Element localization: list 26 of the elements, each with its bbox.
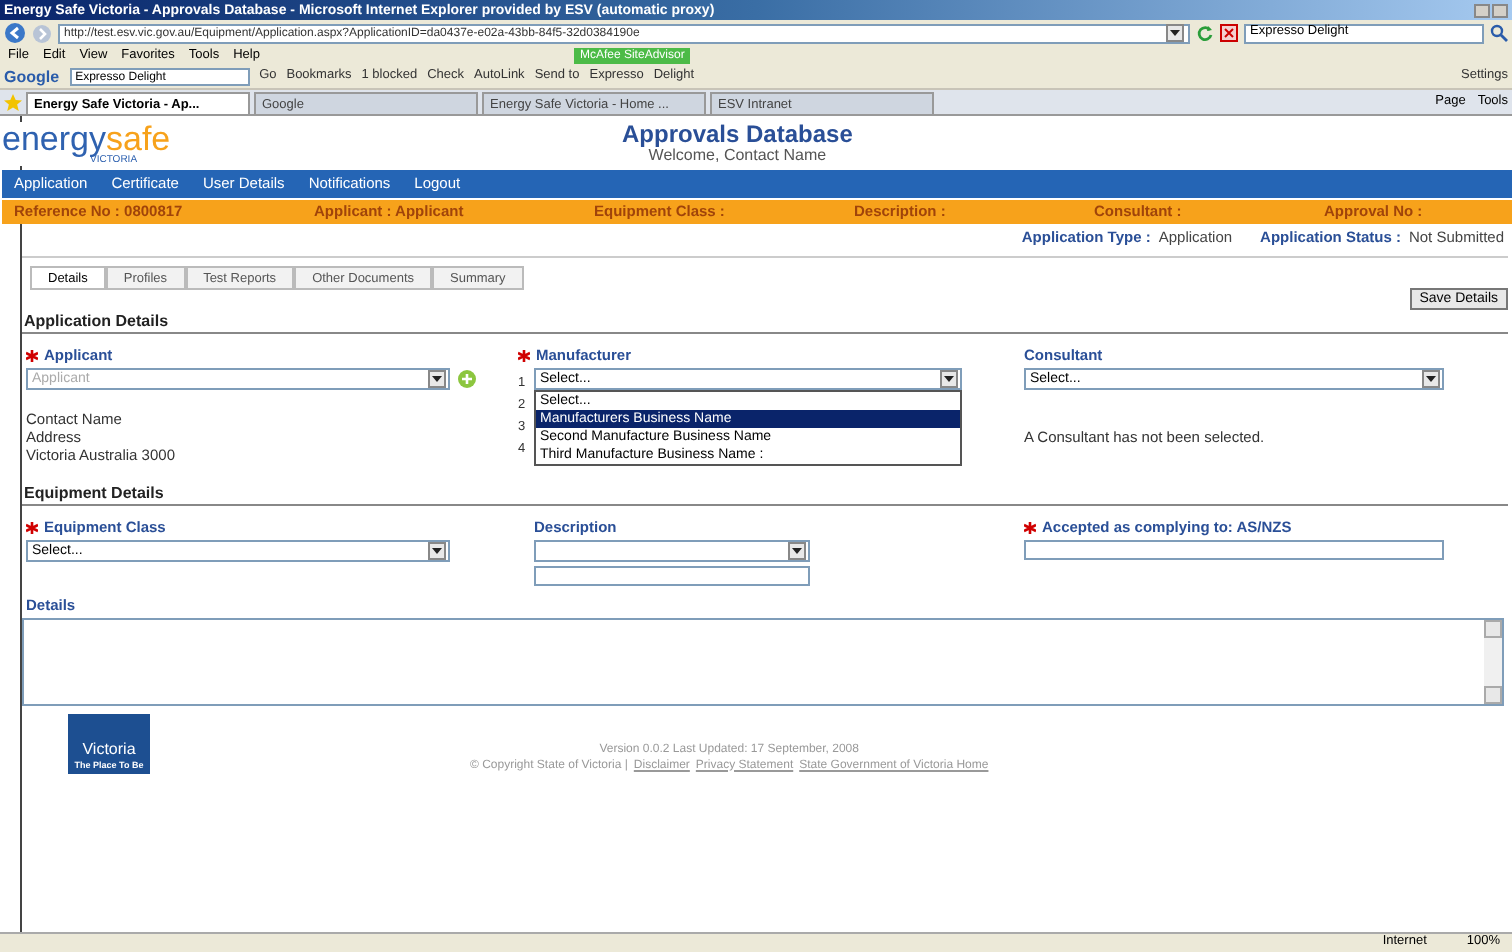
favorites-star-icon[interactable]	[4, 93, 22, 111]
section-heading: Application Details	[22, 314, 169, 332]
refresh-icon[interactable]	[1196, 24, 1214, 42]
forward-button[interactable]	[32, 23, 52, 43]
scroll-down-icon[interactable]	[1484, 685, 1502, 703]
standard-input-field[interactable]	[1024, 540, 1444, 560]
welcome-text: Welcome, Contact Name	[648, 145, 827, 165]
section-heading: Equipment Details	[22, 486, 164, 504]
dropdown-arrow-icon	[1422, 370, 1440, 388]
search-icon[interactable]	[1490, 24, 1508, 42]
minimize-button[interactable]	[1474, 3, 1490, 17]
add-icon[interactable]	[458, 370, 476, 388]
back-button[interactable]	[4, 22, 26, 44]
scroll-up-icon[interactable]	[1484, 619, 1502, 637]
stop-icon[interactable]	[1220, 24, 1238, 42]
dropdown-arrow-icon	[428, 370, 446, 388]
details-text-area[interactable]	[22, 617, 1504, 705]
dropdown-arrow-icon	[940, 370, 958, 388]
dropdown-arrow-icon	[1166, 24, 1184, 42]
description-select[interactable]	[534, 540, 810, 562]
dropdown-arrow-icon	[788, 542, 806, 560]
description-input-field[interactable]	[534, 566, 810, 586]
maximize-button[interactable]	[1492, 3, 1508, 17]
dropdown-arrow-icon	[428, 542, 446, 560]
page-title: Approvals Database	[622, 121, 853, 145]
google-logo: Google	[4, 69, 60, 85]
